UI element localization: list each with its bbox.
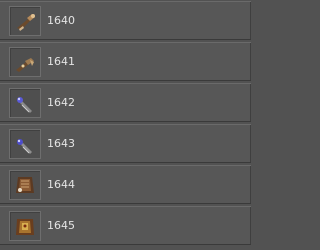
list-item[interactable]: 1643 [0,124,251,163]
item-label: 1645 [47,219,75,232]
armor-icon [16,219,34,235]
item-label: 1640 [47,14,75,27]
item-label: 1642 [47,96,75,109]
item-thumbnail [9,6,41,36]
item-thumbnail [9,47,41,77]
armor-icon [16,177,34,193]
list-item[interactable]: 1640 [0,1,251,40]
weapon-icon [17,14,35,31]
orb-staff-icon [17,97,32,113]
list-item[interactable]: 1645 [0,206,251,245]
item-label: 1641 [47,55,75,68]
list-item[interactable]: 1642 [0,83,251,122]
item-label: 1643 [47,137,75,150]
sprite-list: 1640 1641 1642 1643 1644 1645 [0,0,251,250]
item-label: 1644 [47,178,75,191]
weapon-icon [16,58,34,72]
list-item[interactable]: 1644 [0,165,251,204]
item-thumbnail [9,170,41,200]
item-thumbnail [9,88,41,118]
item-thumbnail [9,129,41,159]
list-item[interactable]: 1641 [0,42,251,81]
item-thumbnail [9,211,41,241]
orb-staff-icon [17,139,32,154]
